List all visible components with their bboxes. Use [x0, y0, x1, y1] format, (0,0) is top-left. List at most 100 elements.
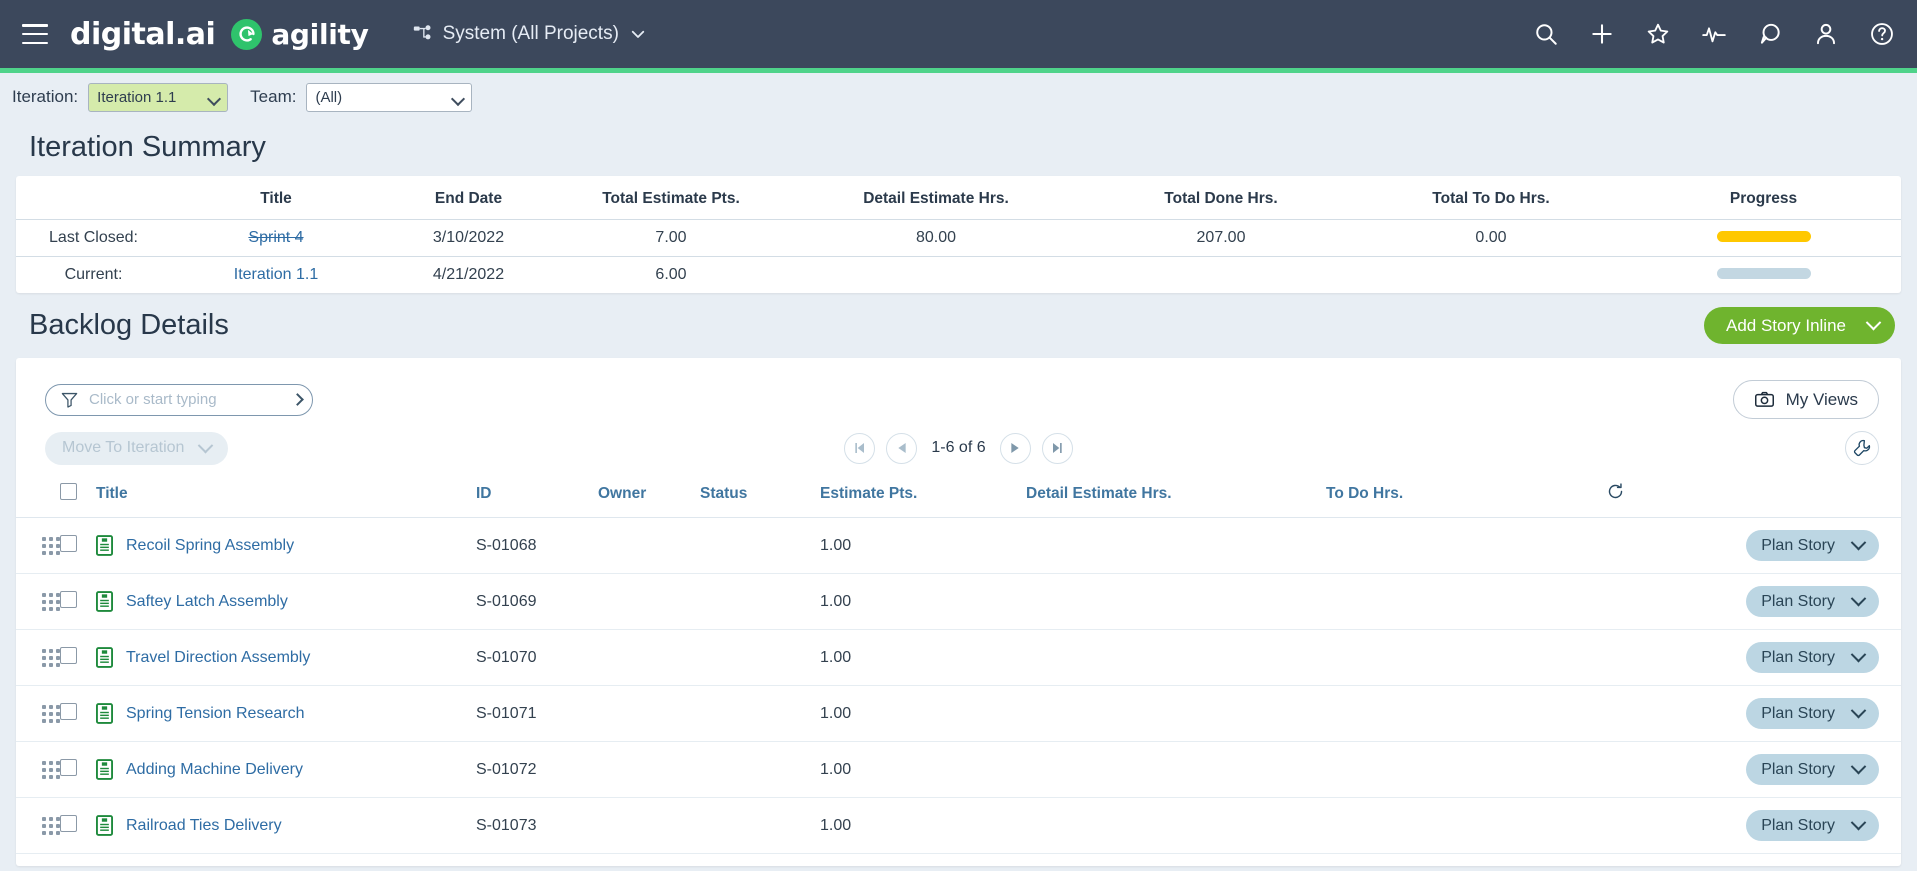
row-checkbox[interactable]: [60, 646, 77, 664]
backlog-grid-header-row: Title ID Owner Status Estimate Pts. Deta…: [16, 473, 1901, 518]
drag-handle-icon[interactable]: [42, 760, 60, 779]
row-select-cell[interactable]: [60, 741, 96, 798]
refresh-icon[interactable]: [1606, 482, 1625, 501]
drag-handle-icon[interactable]: [42, 536, 60, 555]
table-row[interactable]: Railroad Ties Delivery S-01073 1.00 Plan…: [16, 797, 1901, 854]
row-drag-cell[interactable]: [16, 797, 60, 854]
team-select[interactable]: (All): [306, 82, 473, 112]
row-checkbox[interactable]: [60, 814, 77, 832]
filter-search-input[interactable]: [89, 391, 289, 408]
project-selector[interactable]: System (All Projects): [413, 23, 647, 45]
row-title-link[interactable]: Spring Tension Research: [126, 705, 304, 723]
table-row[interactable]: Travel Direction Assembly S-01070 1.00 P…: [16, 629, 1901, 686]
row-select-cell[interactable]: [60, 685, 96, 742]
row-drag-cell[interactable]: [16, 629, 60, 686]
row-title-cell[interactable]: Spring Tension Research: [96, 685, 476, 742]
row-checkbox[interactable]: [60, 534, 77, 552]
star-icon[interactable]: [1645, 21, 1671, 47]
row-drag-cell[interactable]: [16, 741, 60, 798]
grid-settings-button[interactable]: [1845, 431, 1879, 465]
row-detail-estimate-hrs-cell: [1026, 797, 1326, 854]
summary-row-title[interactable]: Iteration 1.1: [171, 257, 381, 294]
plan-story-button[interactable]: Plan Story: [1746, 642, 1879, 673]
move-to-iteration-button[interactable]: Move To Iteration: [45, 431, 229, 465]
row-title-cell[interactable]: Adding Machine Delivery: [96, 741, 476, 798]
drag-handle-icon[interactable]: [42, 592, 60, 611]
my-views-button[interactable]: My Views: [1732, 380, 1879, 419]
page-first-button[interactable]: [844, 432, 876, 464]
chevron-down-icon[interactable]: [1850, 702, 1867, 719]
drag-handle-icon[interactable]: [42, 704, 60, 723]
col-header-owner[interactable]: Owner: [598, 473, 700, 518]
iteration-select[interactable]: Iteration 1.1: [88, 82, 229, 112]
row-checkbox[interactable]: [60, 590, 77, 608]
row-owner-cell: [598, 685, 700, 742]
page-last-button[interactable]: [1041, 432, 1073, 464]
row-drag-cell[interactable]: [16, 685, 60, 742]
project-tree-icon: [413, 25, 431, 40]
row-status-cell: [700, 685, 820, 742]
plan-story-button[interactable]: Plan Story: [1746, 754, 1879, 785]
plan-story-button[interactable]: Plan Story: [1746, 810, 1879, 841]
col-header-estimate-pts[interactable]: Estimate Pts.: [820, 473, 1026, 518]
plan-story-button[interactable]: Plan Story: [1746, 698, 1879, 729]
search-icon[interactable]: [1533, 21, 1559, 47]
table-row[interactable]: Spring Tension Research S-01071 1.00 Pla…: [16, 685, 1901, 742]
plus-icon[interactable]: [1589, 21, 1615, 47]
row-drag-cell[interactable]: [16, 517, 60, 574]
row-title-link[interactable]: Recoil Spring Assembly: [126, 537, 294, 555]
col-header-title[interactable]: Title: [96, 473, 476, 518]
user-icon[interactable]: [1813, 21, 1839, 47]
summary-row-title[interactable]: Sprint 4: [171, 219, 381, 257]
chevron-down-icon[interactable]: [1850, 534, 1867, 551]
chevron-down-icon[interactable]: [1850, 758, 1867, 775]
row-checkbox[interactable]: [60, 702, 77, 720]
row-status-cell: [700, 517, 820, 574]
drag-handle-icon[interactable]: [42, 816, 60, 835]
page-prev-icon: [898, 443, 906, 453]
table-row[interactable]: Saftey Latch Assembly S-01069 1.00 Plan …: [16, 573, 1901, 630]
summary-row-total-estimate-pts: 7.00: [556, 219, 786, 257]
row-title-cell[interactable]: Railroad Ties Delivery: [96, 797, 476, 854]
row-drag-cell[interactable]: [16, 573, 60, 630]
table-row[interactable]: Recoil Spring Assembly S-01068 1.00 Plan…: [16, 517, 1901, 574]
row-select-cell[interactable]: [60, 517, 96, 574]
page-prev-button[interactable]: [886, 432, 918, 464]
summary-title-link[interactable]: Sprint 4: [248, 229, 303, 246]
col-header-id[interactable]: ID: [476, 473, 598, 518]
help-icon[interactable]: [1869, 21, 1895, 47]
add-story-inline-button[interactable]: Add Story Inline: [1703, 307, 1895, 344]
chevron-down-icon[interactable]: [1850, 646, 1867, 663]
drag-handle-icon[interactable]: [42, 648, 60, 667]
col-header-status[interactable]: Status: [700, 473, 820, 518]
row-title-link[interactable]: Travel Direction Assembly: [126, 649, 310, 667]
iteration-select-wrapper: Iteration 1.1: [88, 82, 229, 112]
plan-story-button[interactable]: Plan Story: [1746, 530, 1879, 561]
hamburger-icon[interactable]: [22, 24, 48, 44]
row-title-link[interactable]: Adding Machine Delivery: [126, 761, 303, 779]
select-all-checkbox[interactable]: [60, 483, 77, 500]
row-checkbox[interactable]: [60, 758, 77, 776]
chevron-down-icon[interactable]: [1865, 314, 1882, 331]
chevron-down-icon[interactable]: [1850, 590, 1867, 607]
chevron-right-icon[interactable]: [291, 393, 304, 406]
row-title-cell[interactable]: Saftey Latch Assembly: [96, 573, 476, 630]
table-row[interactable]: Adding Machine Delivery S-01072 1.00 Pla…: [16, 741, 1901, 798]
row-title-cell[interactable]: Recoil Spring Assembly: [96, 517, 476, 574]
summary-title-link[interactable]: Iteration 1.1: [234, 266, 319, 283]
brand-digital-label: digital.ai: [70, 16, 216, 52]
row-select-cell[interactable]: [60, 797, 96, 854]
chat-icon[interactable]: [1757, 21, 1783, 47]
row-title-cell[interactable]: Travel Direction Assembly: [96, 629, 476, 686]
col-header-todo-hrs[interactable]: To Do Hrs.: [1326, 473, 1606, 518]
page-next-button[interactable]: [999, 432, 1031, 464]
row-title-link[interactable]: Railroad Ties Delivery: [126, 817, 282, 835]
col-header-detail-estimate-hrs[interactable]: Detail Estimate Hrs.: [1026, 473, 1326, 518]
row-select-cell[interactable]: [60, 573, 96, 630]
plan-story-button[interactable]: Plan Story: [1746, 586, 1879, 617]
row-title-link[interactable]: Saftey Latch Assembly: [126, 593, 288, 611]
chevron-down-icon[interactable]: [1850, 814, 1867, 831]
activity-icon[interactable]: [1701, 21, 1727, 47]
filter-search-box[interactable]: [45, 383, 313, 416]
row-select-cell[interactable]: [60, 629, 96, 686]
